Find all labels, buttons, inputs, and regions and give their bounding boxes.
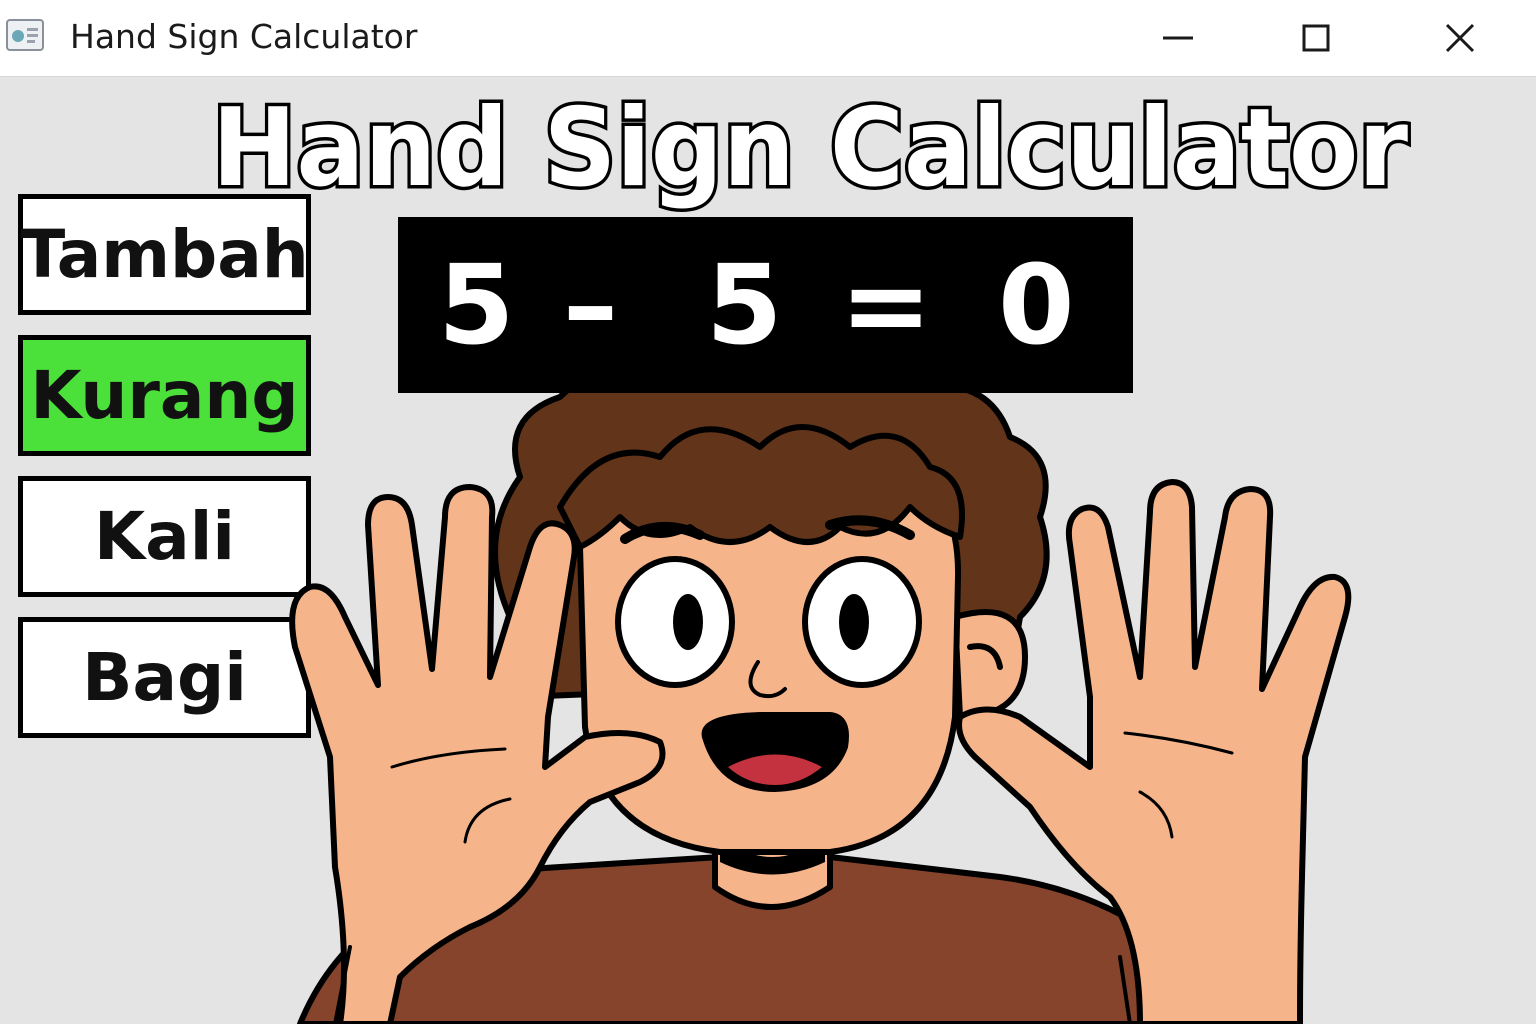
window-title: Hand Sign Calculator: [70, 17, 418, 56]
app-content: Hand Sign Calculator Tambah Kurang Kali …: [0, 77, 1536, 1024]
maximize-button[interactable]: [1246, 0, 1386, 76]
app-window: Hand Sign Calculator Hand Sign Calculato…: [0, 0, 1536, 1024]
equation-display: 5 – 5 = 0: [398, 217, 1133, 393]
maximize-icon: [1302, 24, 1330, 52]
close-icon: [1445, 23, 1475, 53]
operator-symbol: –: [563, 241, 618, 369]
close-button[interactable]: [1390, 0, 1530, 76]
title-bar[interactable]: Hand Sign Calculator: [0, 0, 1536, 77]
app-icon: [6, 19, 44, 51]
left-operand: 5: [438, 241, 515, 369]
equals-sign: =: [840, 241, 933, 369]
minimize-icon: [1163, 36, 1193, 40]
result-value: 0: [998, 241, 1075, 369]
minimize-button[interactable]: [1108, 0, 1248, 76]
right-operand: 5: [706, 241, 783, 369]
